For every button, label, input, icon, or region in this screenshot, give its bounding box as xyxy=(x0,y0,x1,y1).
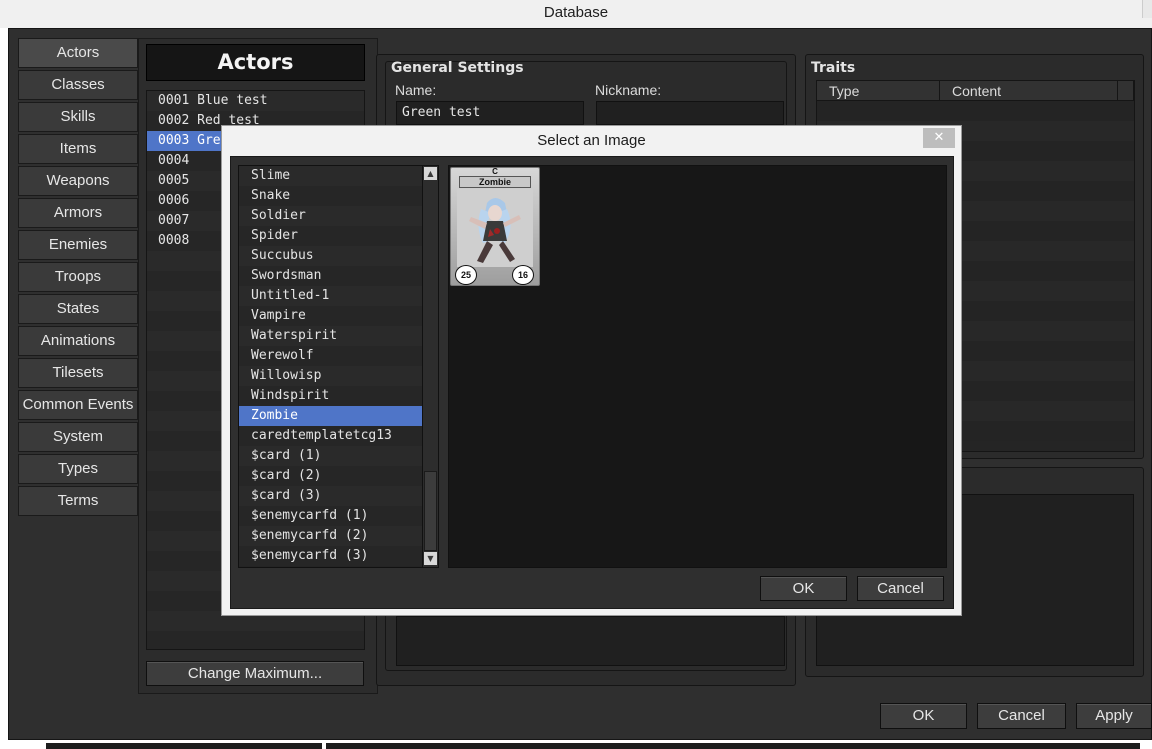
file-item[interactable]: $enemycarfd (3) xyxy=(239,546,422,566)
traits-col-type[interactable]: Type xyxy=(817,81,940,100)
sidebar-item-troops[interactable]: Troops xyxy=(18,262,138,292)
file-item[interactable]: Spider xyxy=(239,226,422,246)
sidebar-item-tilesets[interactable]: Tilesets xyxy=(18,358,138,388)
file-item-selected[interactable]: Zombie xyxy=(239,406,422,426)
nickname-label: Nickname: xyxy=(595,82,662,98)
ok-button[interactable]: OK xyxy=(880,703,967,729)
sidebar-item-states[interactable]: States xyxy=(18,294,138,324)
traits-row[interactable] xyxy=(817,101,1134,121)
sidebar-item-weapons[interactable]: Weapons xyxy=(18,166,138,196)
change-maximum-button[interactable]: Change Maximum... xyxy=(146,661,364,686)
file-item[interactable]: Soldier xyxy=(239,206,422,226)
file-item[interactable]: $card (2) xyxy=(239,466,422,486)
file-item[interactable]: $card (3) xyxy=(239,486,422,506)
actors-header: Actors xyxy=(146,44,365,81)
window-titlebar: Database xyxy=(0,0,1152,28)
name-label: Name: xyxy=(395,82,437,98)
file-list-scrollbar[interactable]: ▲ ▼ xyxy=(422,166,438,567)
file-item[interactable]: Werewolf xyxy=(239,346,422,366)
file-item[interactable]: Slime xyxy=(239,166,422,186)
sidebar-item-terms[interactable]: Terms xyxy=(18,486,138,516)
sidebar-item-items[interactable]: Items xyxy=(18,134,138,164)
file-item[interactable]: $card (1) xyxy=(239,446,422,466)
zombie-illustration xyxy=(457,189,533,267)
select-image-dialog: Select an Image ✕ Slime Snake Soldier Sp… xyxy=(221,125,962,616)
strip-gap xyxy=(38,743,46,749)
traits-col-content[interactable]: Content xyxy=(940,81,1118,100)
nickname-field[interactable] xyxy=(596,101,784,125)
sidebar-item-system[interactable]: System xyxy=(18,422,138,452)
file-item[interactable]: $enemycarfd (1) xyxy=(239,506,422,526)
database-sidebar: Actors Classes Skills Items Weapons Armo… xyxy=(18,38,138,518)
scroll-down-icon[interactable]: ▼ xyxy=(424,552,437,565)
strip-dark-right xyxy=(326,743,1140,749)
sidebar-item-animations[interactable]: Animations xyxy=(18,326,138,356)
sidebar-item-skills[interactable]: Skills xyxy=(18,102,138,132)
traits-header: Type Content xyxy=(817,81,1134,101)
card-name: Zombie xyxy=(459,176,531,188)
zombie-card-image[interactable]: C Zombie 25 16 xyxy=(450,167,540,286)
sidebar-item-armors[interactable]: Armors xyxy=(18,198,138,228)
file-item[interactable]: Untitled-1 xyxy=(239,286,422,306)
cancel-button[interactable]: Cancel xyxy=(977,703,1066,729)
file-item[interactable]: Windspirit xyxy=(239,386,422,406)
name-field[interactable]: Green test xyxy=(396,101,584,125)
card-attack-stat: 25 xyxy=(455,265,477,285)
sidebar-item-classes[interactable]: Classes xyxy=(18,70,138,100)
dialog-ok-button[interactable]: OK xyxy=(760,576,847,601)
traits-title: Traits xyxy=(811,60,856,76)
actor-row[interactable]: 0001 Blue test xyxy=(147,91,364,111)
actor-row-empty[interactable] xyxy=(147,631,364,649)
dialog-body: Slime Snake Soldier Spider Succubus Swor… xyxy=(230,156,954,609)
image-file-list[interactable]: Slime Snake Soldier Spider Succubus Swor… xyxy=(238,165,439,568)
traits-col-spacer xyxy=(1118,81,1134,100)
dialog-title: Select an Image xyxy=(537,132,646,149)
file-item[interactable]: Waterspirit xyxy=(239,326,422,346)
card-rarity: C xyxy=(492,167,498,176)
file-item[interactable]: Vampire xyxy=(239,306,422,326)
file-item[interactable]: Willowisp xyxy=(239,366,422,386)
scroll-up-icon[interactable]: ▲ xyxy=(424,167,437,180)
file-item[interactable]: $enemycarfd (2) xyxy=(239,526,422,546)
window-title: Database xyxy=(543,4,609,21)
note-field[interactable] xyxy=(396,616,785,666)
bottom-strip xyxy=(0,740,1152,749)
sidebar-item-common-events[interactable]: Common Events xyxy=(18,390,138,420)
apply-button[interactable]: Apply xyxy=(1076,703,1152,729)
image-preview[interactable]: C Zombie 25 16 xyxy=(448,165,947,568)
strip-dark-left xyxy=(46,743,322,749)
scroll-thumb[interactable] xyxy=(424,471,437,551)
file-item[interactable]: caredtemplatetcg13 xyxy=(239,426,422,446)
titlebar-edge xyxy=(1142,0,1152,18)
close-icon[interactable]: ✕ xyxy=(923,128,955,148)
card-health-stat: 16 xyxy=(512,265,534,285)
general-settings-title: General Settings xyxy=(391,60,524,76)
file-item[interactable]: Swordsman xyxy=(239,266,422,286)
sidebar-item-enemies[interactable]: Enemies xyxy=(18,230,138,260)
sidebar-item-types[interactable]: Types xyxy=(18,454,138,484)
dialog-cancel-button[interactable]: Cancel xyxy=(857,576,944,601)
file-item[interactable]: Succubus xyxy=(239,246,422,266)
file-item[interactable]: Snake xyxy=(239,186,422,206)
sidebar-item-actors[interactable]: Actors xyxy=(18,38,138,68)
